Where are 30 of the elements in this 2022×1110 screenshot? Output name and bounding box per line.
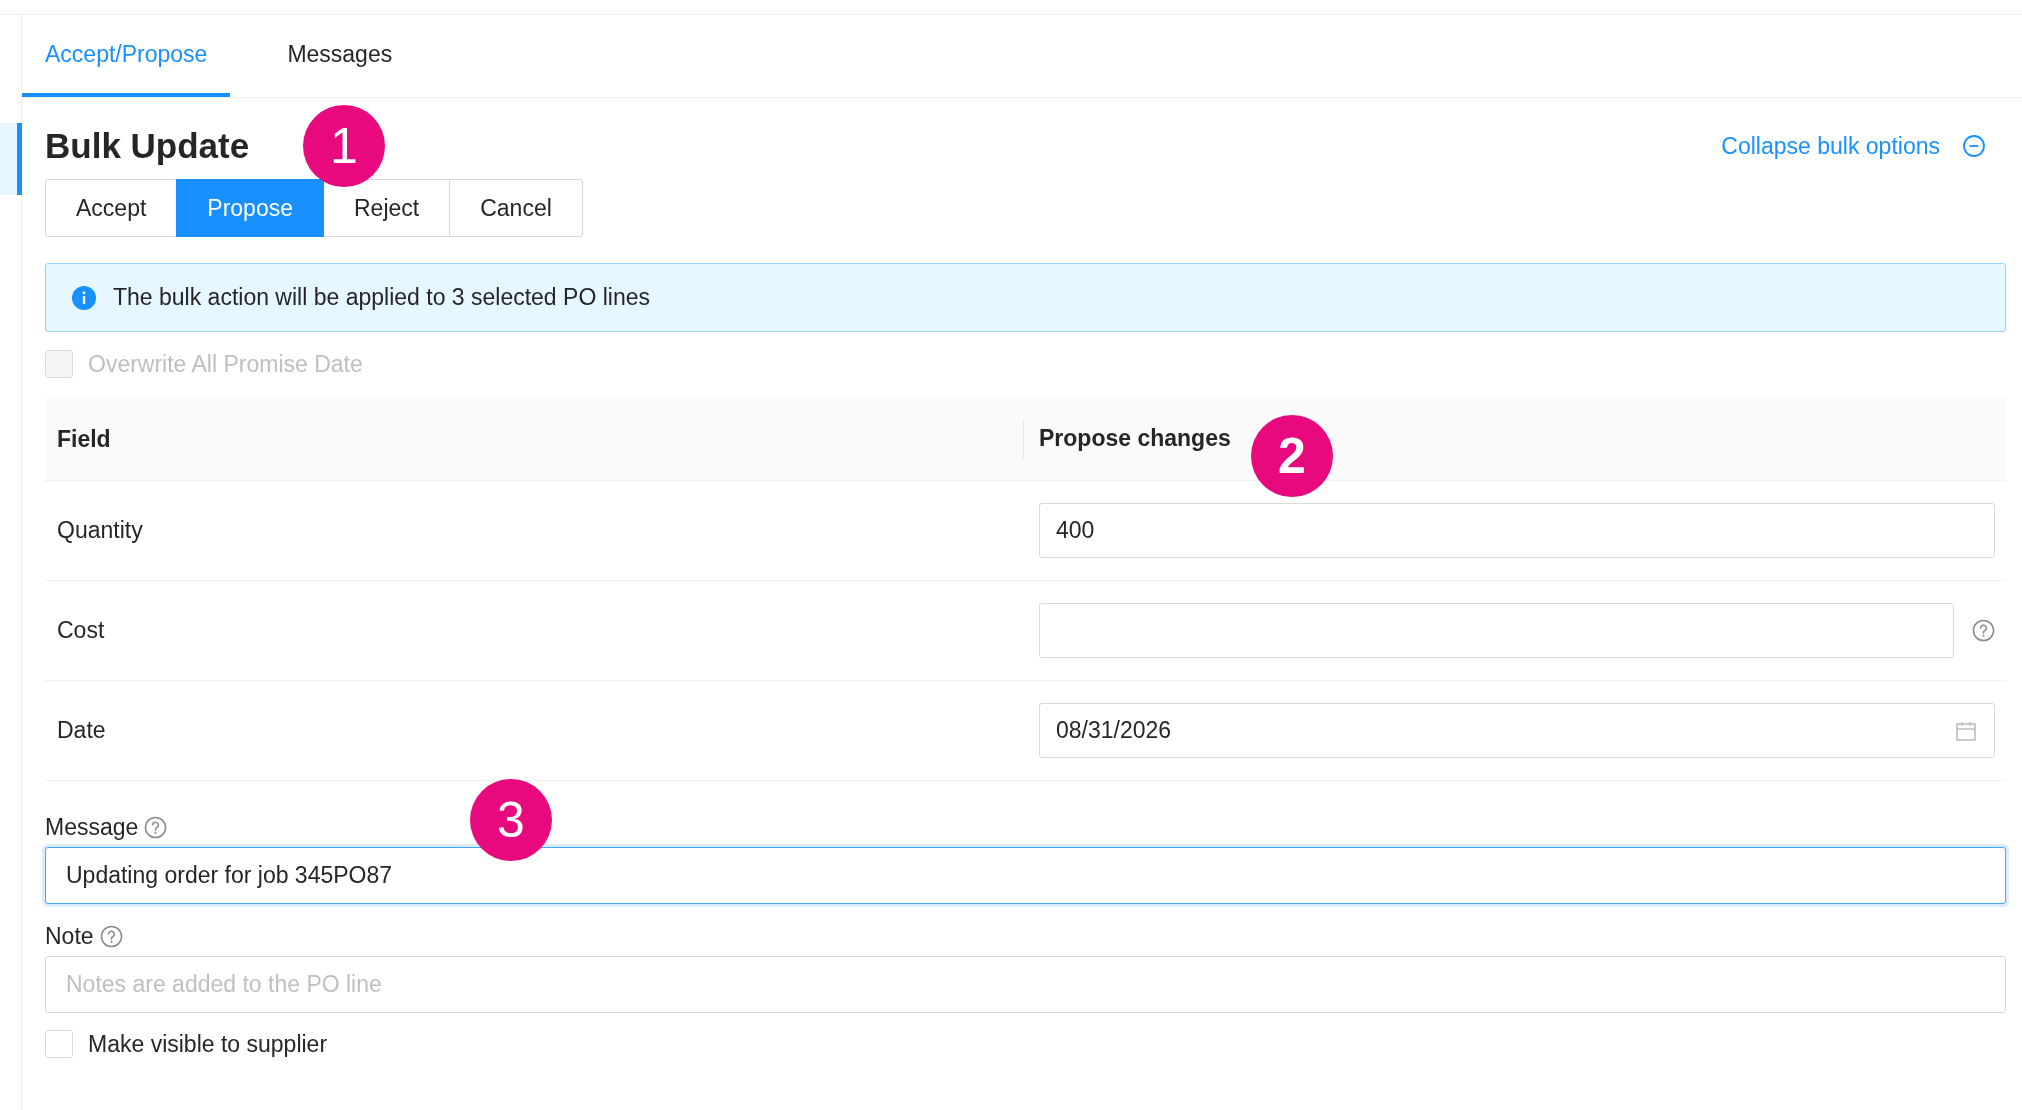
column-header: Field <box>57 425 111 452</box>
callout-badge: 2 <box>1251 415 1333 497</box>
banner-text: The bulk action will be applied to 3 selected PO lines <box>113 284 650 311</box>
checkbox-label: Make visible to supplier <box>88 1030 328 1058</box>
checkbox[interactable] <box>45 1030 73 1058</box>
collapse-icon <box>1962 134 1986 158</box>
field-name: Cost <box>57 617 105 643</box>
checkbox-label: Overwrite All Promise Date <box>88 350 363 378</box>
action-button[interactable]: Accept <box>45 179 178 237</box>
callout-badge: 3 <box>470 779 552 861</box>
section-title: Bulk Update <box>45 125 250 167</box>
input-field[interactable]: 400 <box>1039 503 1995 558</box>
help-icon <box>144 815 168 839</box>
field-label: Message <box>45 813 139 841</box>
text-field[interactable]: Notes are added to the PO line <box>45 956 2006 1013</box>
selection-indicator <box>0 123 22 195</box>
action-button[interactable]: Cancel <box>449 179 583 237</box>
callout-badge: 1 <box>303 105 385 187</box>
input-field[interactable] <box>1039 603 1954 658</box>
help-icon <box>99 924 123 948</box>
tab[interactable]: Messages <box>264 15 416 97</box>
action-button[interactable]: Reject <box>323 179 451 237</box>
field-label: Note <box>45 922 94 950</box>
date-field[interactable]: 08/31/2026 <box>1039 703 1995 758</box>
column-header: Propose changes <box>1039 425 1231 451</box>
text-field[interactable]: Updating order for job 345PO87 <box>45 847 2006 904</box>
field-name: Date <box>57 717 106 743</box>
info-icon <box>72 285 96 310</box>
field-name: Quantity <box>57 517 143 543</box>
help-icon <box>1972 619 1995 642</box>
